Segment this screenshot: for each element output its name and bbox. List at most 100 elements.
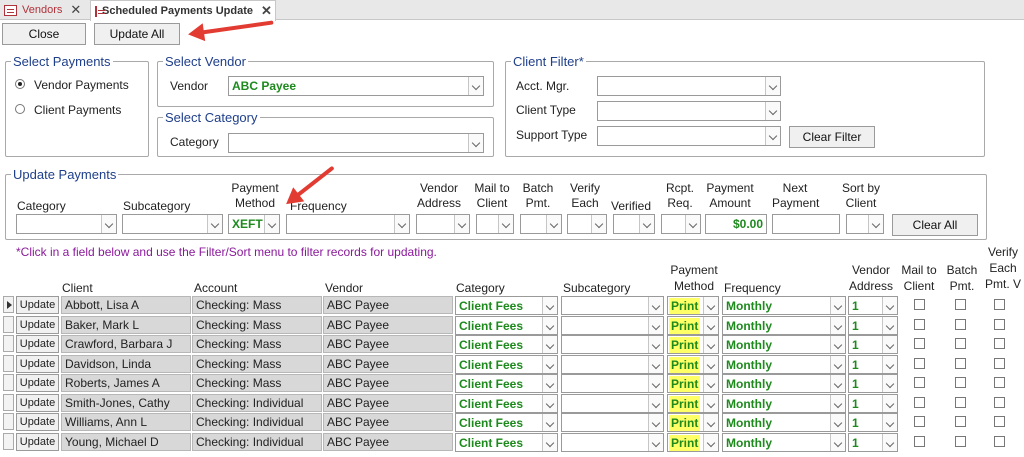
chevron-down-icon[interactable] (648, 317, 663, 334)
col-verify-each[interactable]: Verify Each Pmt. V (983, 244, 1023, 292)
chevron-down-icon[interactable] (648, 297, 663, 314)
chevron-down-icon[interactable] (542, 297, 557, 314)
vendor-cell[interactable]: ABC Payee (323, 433, 453, 451)
frequency-cell[interactable]: Monthly (722, 413, 846, 432)
record-selector[interactable] (3, 394, 14, 411)
vendor-address-cell[interactable]: 1 (848, 374, 898, 393)
table-row[interactable]: Update Smith-Jones, Cathy Checking: Indivi… (0, 394, 1024, 413)
payment-method-cell[interactable]: Print (667, 355, 719, 374)
client-payments-radio[interactable] (15, 104, 25, 114)
vendor-cell[interactable]: ABC Payee (323, 296, 453, 314)
chevron-down-icon[interactable] (703, 356, 718, 373)
category-cell[interactable]: Client Fees (455, 433, 558, 452)
chevron-down-icon[interactable] (830, 297, 845, 314)
chevron-down-icon[interactable] (868, 215, 883, 233)
vendor-address-cell[interactable]: 1 (848, 335, 898, 354)
account-cell[interactable]: Checking: Mass (192, 355, 322, 373)
chevron-down-icon[interactable] (648, 336, 663, 353)
vendor-combo[interactable]: ABC Payee (228, 76, 484, 96)
batch-pmt-checkbox[interactable] (955, 358, 966, 369)
frequency-cell[interactable]: Monthly (722, 374, 846, 393)
verify-each-checkbox[interactable] (994, 397, 1005, 408)
chevron-down-icon[interactable] (882, 414, 897, 431)
vendor-cell[interactable]: ABC Payee (323, 374, 453, 392)
chevron-down-icon[interactable] (830, 317, 845, 334)
verify-each-checkbox[interactable] (994, 416, 1005, 427)
vendor-address-cell[interactable]: 1 (848, 316, 898, 335)
chevron-down-icon[interactable] (882, 297, 897, 314)
chevron-down-icon[interactable] (703, 395, 718, 412)
chevron-down-icon[interactable] (765, 77, 780, 95)
vendor-payments-radio[interactable] (15, 79, 25, 89)
table-row[interactable]: Update Davidson, Linda Checking: Mass ABC P… (0, 355, 1024, 374)
record-selector[interactable] (3, 413, 14, 430)
record-selector[interactable] (3, 316, 14, 333)
update-all-button[interactable]: Update All (94, 23, 180, 45)
up-payment-method-combo[interactable]: XEFT (228, 214, 280, 234)
account-cell[interactable]: Checking: Individual (192, 413, 322, 431)
account-cell[interactable]: Checking: Individual (192, 394, 322, 412)
up-payment-amount-input[interactable]: $0.00 (705, 214, 767, 234)
chevron-down-icon[interactable] (546, 215, 561, 233)
vendor-cell[interactable]: ABC Payee (323, 355, 453, 373)
batch-pmt-checkbox[interactable] (955, 416, 966, 427)
frequency-cell[interactable]: Monthly (722, 433, 846, 452)
payment-method-cell[interactable]: Print (667, 394, 719, 413)
chevron-down-icon[interactable] (703, 375, 718, 392)
chevron-down-icon[interactable] (542, 356, 557, 373)
chevron-down-icon[interactable] (830, 336, 845, 353)
vendor-address-cell[interactable]: 1 (848, 296, 898, 315)
verify-each-checkbox[interactable] (994, 358, 1005, 369)
tab-scheduled-payments-update[interactable]: Scheduled Payments Update ✕ (90, 0, 276, 21)
row-update-button[interactable]: Update (16, 316, 59, 334)
account-cell[interactable]: Checking: Mass (192, 296, 322, 314)
subcategory-cell[interactable] (561, 335, 664, 354)
batch-pmt-checkbox[interactable] (955, 377, 966, 388)
table-row[interactable]: Update Crawford, Barbara J Checking: Mass A… (0, 335, 1024, 354)
up-verify-each-combo[interactable] (567, 214, 607, 234)
up-frequency-combo[interactable] (286, 214, 410, 234)
chevron-down-icon[interactable] (542, 414, 557, 431)
batch-pmt-checkbox[interactable] (955, 338, 966, 349)
account-cell[interactable]: Checking: Mass (192, 374, 322, 392)
record-selector[interactable] (3, 433, 14, 450)
table-row[interactable]: Update Baker, Mark L Checking: Mass ABC Pay… (0, 316, 1024, 335)
record-selector[interactable] (3, 374, 14, 391)
record-selector[interactable] (3, 296, 14, 313)
vendor-address-cell[interactable]: 1 (848, 413, 898, 432)
batch-pmt-checkbox[interactable] (955, 319, 966, 330)
row-update-button[interactable]: Update (16, 296, 59, 314)
mail-to-client-checkbox[interactable] (914, 436, 925, 447)
tab-vendors[interactable]: Vendors ✕ (0, 0, 90, 20)
up-category-combo[interactable] (16, 214, 117, 234)
mail-to-client-checkbox[interactable] (914, 358, 925, 369)
subcategory-cell[interactable] (561, 355, 664, 374)
clear-filter-button[interactable]: Clear Filter (789, 126, 875, 148)
chevron-down-icon[interactable] (648, 434, 663, 451)
subcategory-cell[interactable] (561, 296, 664, 315)
subcategory-cell[interactable] (561, 394, 664, 413)
chevron-down-icon[interactable] (542, 375, 557, 392)
client-cell[interactable]: Baker, Mark L (61, 316, 191, 334)
subcategory-cell[interactable] (561, 413, 664, 432)
close-button[interactable]: Close (2, 23, 86, 45)
record-selector[interactable] (3, 355, 14, 372)
up-next-payment-input[interactable] (772, 214, 840, 234)
frequency-cell[interactable]: Monthly (722, 316, 846, 335)
table-row[interactable]: Update Abbott, Lisa A Checking: Mass ABC Pa… (0, 296, 1024, 315)
chevron-down-icon[interactable] (648, 356, 663, 373)
client-cell[interactable]: Williams, Ann L (61, 413, 191, 431)
verify-each-checkbox[interactable] (994, 338, 1005, 349)
col-payment-method[interactable]: Payment Method (668, 262, 720, 294)
col-vendor[interactable]: Vendor (325, 280, 363, 296)
vendor-address-cell[interactable]: 1 (848, 394, 898, 413)
category-combo[interactable] (228, 133, 484, 153)
verify-each-checkbox[interactable] (994, 436, 1005, 447)
frequency-cell[interactable]: Monthly (722, 335, 846, 354)
account-cell[interactable]: Checking: Individual (192, 433, 322, 451)
client-type-combo[interactable] (597, 101, 781, 121)
mail-to-client-checkbox[interactable] (914, 319, 925, 330)
category-cell[interactable]: Client Fees (455, 413, 558, 432)
chevron-down-icon[interactable] (882, 434, 897, 451)
vendor-cell[interactable]: ABC Payee (323, 316, 453, 334)
